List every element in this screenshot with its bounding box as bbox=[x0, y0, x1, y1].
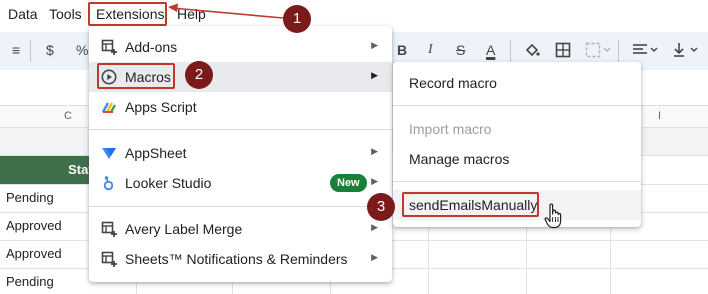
callout-badge-3: 3 bbox=[367, 193, 395, 221]
callout-badge-1: 1 bbox=[283, 5, 311, 33]
callout-badge-2: 2 bbox=[185, 61, 213, 89]
callout-arrow bbox=[168, 3, 284, 19]
hand-cursor-icon bbox=[544, 203, 562, 229]
